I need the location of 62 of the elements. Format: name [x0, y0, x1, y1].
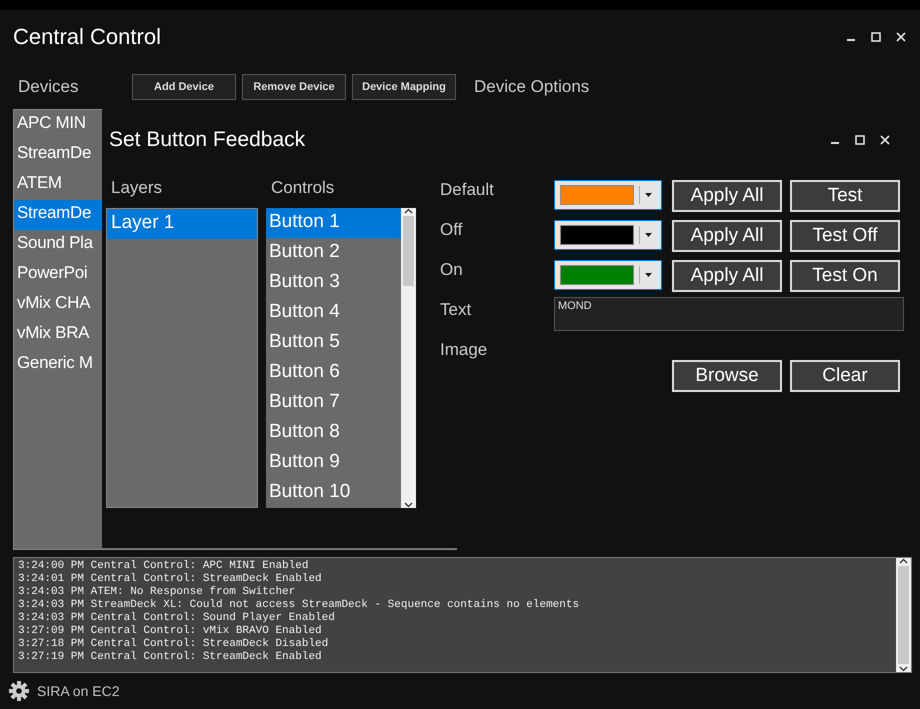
- devices-label: Devices: [18, 76, 80, 97]
- dropdown-icon[interactable]: [645, 273, 652, 277]
- log-line: 3:27:19 PM Central Control: StreamDeck Enabled: [18, 651, 323, 664]
- scrollbar[interactable]: [401, 208, 416, 508]
- scroll-down-icon[interactable]: [899, 666, 908, 672]
- window-title: Central Control: [13, 24, 161, 50]
- image-button[interactable]: Browse: [672, 360, 782, 392]
- scrollbar-thumb[interactable]: [403, 216, 414, 286]
- dropdown-icon[interactable]: [645, 233, 652, 237]
- gear-icon[interactable]: [9, 681, 29, 701]
- log-line: 3:24:03 PM StreamDeck XL: Could not access StreamDeck - Sequence contains no elements: [18, 599, 580, 612]
- toolbar-button[interactable]: Remove Device: [242, 74, 346, 100]
- scroll-up-icon[interactable]: [404, 208, 413, 214]
- control-item[interactable]: Button 3: [266, 268, 401, 298]
- maximize-icon[interactable]: [871, 32, 881, 42]
- image-label: Image: [440, 340, 488, 360]
- toolbar-button[interactable]: Device Mapping: [352, 74, 456, 100]
- control-item[interactable]: Button 8: [266, 418, 401, 448]
- device-options-label: Device Options: [474, 76, 590, 97]
- scrollbar[interactable]: [896, 558, 911, 672]
- control-item[interactable]: Button 10: [266, 478, 401, 508]
- feedback-label: Default: [440, 180, 495, 200]
- log-line: 3:27:18 PM Central Control: StreamDeck Disabled: [18, 638, 330, 651]
- control-item[interactable]: Button 5: [266, 328, 401, 358]
- control-item[interactable]: Button 4: [266, 298, 401, 328]
- color-picker[interactable]: [554, 260, 662, 290]
- toolbar-button[interactable]: Add Device: [132, 74, 236, 100]
- feedback-label: On: [440, 260, 464, 280]
- apply-all-button[interactable]: Apply All: [672, 260, 782, 292]
- maximize-icon[interactable]: [855, 135, 865, 145]
- layer-item[interactable]: Layer 1: [107, 209, 257, 239]
- log-line: 3:24:03 PM ATEM: No Response from Switcher: [18, 586, 296, 599]
- log-line: 3:24:03 PM Central Control: Sound Player Enabled: [18, 612, 336, 625]
- status-text: SIRA on EC2: [37, 683, 120, 699]
- feedback-label: Off: [440, 220, 464, 240]
- control-item[interactable]: Button 2: [266, 238, 401, 268]
- control-item[interactable]: Button 1: [266, 208, 401, 238]
- control-item[interactable]: Button 9: [266, 448, 401, 478]
- scrollbar-thumb[interactable]: [898, 566, 909, 664]
- log-line: 3:27:09 PM Central Control: vMix BRAVO Enabled: [18, 625, 323, 638]
- color-picker[interactable]: [554, 220, 662, 250]
- color-picker[interactable]: [554, 180, 662, 210]
- test-button[interactable]: Test Off: [790, 220, 900, 252]
- control-item[interactable]: Button 7: [266, 388, 401, 418]
- dropdown-icon[interactable]: [645, 193, 652, 197]
- log-line: 3:24:01 PM Central Control: StreamDeck Enabled: [18, 573, 323, 586]
- close-icon[interactable]: [880, 135, 890, 145]
- apply-all-button[interactable]: Apply All: [672, 220, 782, 252]
- scroll-down-icon[interactable]: [404, 502, 413, 508]
- text-field[interactable]: MOND: [554, 297, 904, 331]
- image-button[interactable]: Clear: [790, 360, 900, 392]
- log-line: 3:24:00 PM Central Control: APC MINI Enabled: [18, 560, 310, 573]
- close-icon[interactable]: [896, 32, 906, 42]
- test-button[interactable]: Test On: [790, 260, 900, 292]
- text-label: Text: [440, 300, 472, 320]
- dialog-title: Set Button Feedback: [109, 128, 306, 152]
- control-item[interactable]: Button 6: [266, 358, 401, 388]
- layers-label: Layers: [110, 178, 164, 198]
- apply-all-button[interactable]: Apply All: [672, 180, 782, 212]
- test-button[interactable]: Test: [790, 180, 900, 212]
- scroll-up-icon[interactable]: [899, 558, 908, 564]
- controls-label: Controls: [270, 178, 336, 198]
